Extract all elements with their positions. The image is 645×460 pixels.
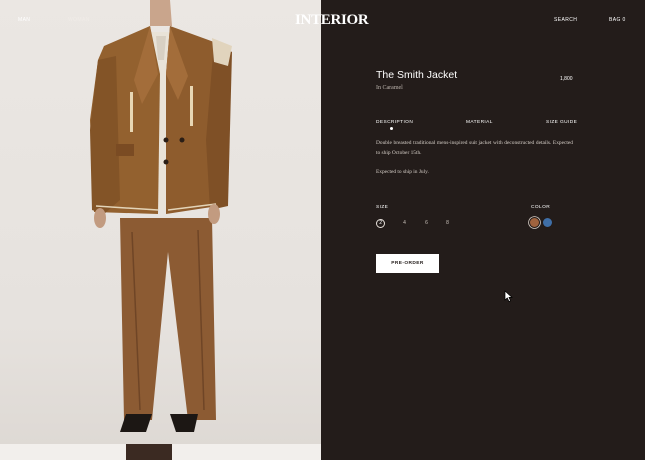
mouse-cursor-icon bbox=[504, 290, 513, 302]
color-swatch-caramel[interactable] bbox=[530, 218, 539, 227]
color-label: COLOR bbox=[531, 205, 551, 210]
active-tab-indicator bbox=[390, 127, 393, 130]
next-image-thumbnail[interactable] bbox=[126, 444, 172, 460]
tab-description[interactable]: DESCRIPTION bbox=[376, 120, 413, 125]
product-detail-panel bbox=[321, 0, 645, 460]
nav-man[interactable]: MAN bbox=[18, 17, 30, 23]
product-price: 1,800 bbox=[560, 76, 573, 82]
brand-logo[interactable]: INTERIOR bbox=[295, 12, 369, 28]
product-image-panel bbox=[0, 0, 321, 460]
tab-size-guide[interactable]: SIZE GUIDE bbox=[546, 120, 577, 125]
product-description: Double breasted traditional mens-inspire… bbox=[376, 140, 573, 156]
pre-order-button[interactable]: PRE-ORDER bbox=[376, 254, 439, 273]
nav-search[interactable]: SEARCH bbox=[554, 17, 577, 23]
product-photo bbox=[90, 0, 232, 432]
size-option-8[interactable]: 8 bbox=[443, 219, 452, 228]
product-color-name: In Caramel bbox=[376, 85, 403, 91]
shipping-note: Expected to ship in July. bbox=[376, 169, 429, 175]
nav-bag[interactable]: BAG 0 bbox=[609, 17, 626, 23]
nav-woman[interactable]: WOMAN bbox=[68, 17, 90, 23]
tab-material[interactable]: MATERIAL bbox=[466, 120, 493, 125]
product-title: The Smith Jacket bbox=[376, 69, 458, 81]
color-swatch-blue[interactable] bbox=[543, 218, 552, 227]
size-option-4[interactable]: 4 bbox=[400, 219, 409, 228]
size-label: SIZE bbox=[376, 205, 389, 210]
size-option-6[interactable]: 6 bbox=[422, 219, 431, 228]
